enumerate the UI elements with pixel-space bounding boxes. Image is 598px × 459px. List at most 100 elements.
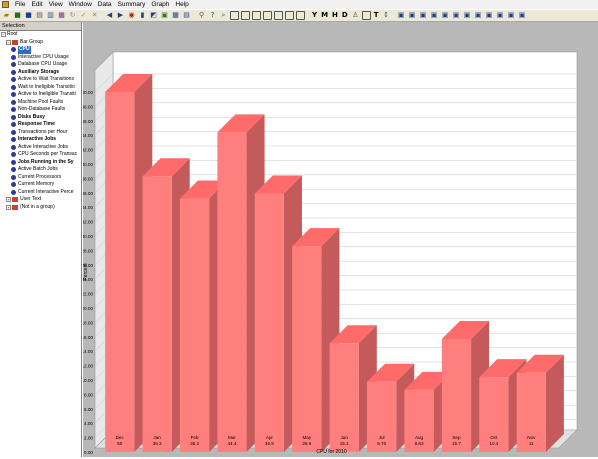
tree-item[interactable]: − Root xyxy=(0,31,81,39)
view-1-icon[interactable]: ▣ xyxy=(397,11,406,20)
tree-item[interactable]: Wait to Ineligible Transitio xyxy=(0,84,81,92)
cross-icon[interactable]: ✕ xyxy=(90,11,99,20)
tree-item[interactable]: Interactive CPU Usage xyxy=(0,54,81,62)
expand-toggle-icon[interactable]: − xyxy=(6,39,11,45)
expand-toggle-icon[interactable]: + xyxy=(6,204,11,210)
layout-7-icon[interactable] xyxy=(296,11,305,20)
view-4-icon[interactable]: ▣ xyxy=(430,11,439,20)
grid-icon[interactable]: ▦ xyxy=(171,11,180,20)
tree-item[interactable]: Database CPU Usage xyxy=(0,61,81,69)
bar-chart-icon[interactable]: ▮ xyxy=(138,11,147,20)
refresh-icon[interactable]: ↻ xyxy=(68,11,77,20)
view-11-icon[interactable]: ▣ xyxy=(507,11,516,20)
y-tick-label: 50.00 xyxy=(83,90,93,95)
layout-2-icon[interactable] xyxy=(241,11,250,20)
tree-item[interactable]: Response Time xyxy=(0,121,81,129)
day-button[interactable]: D xyxy=(341,11,349,20)
view-3-icon[interactable]: ▣ xyxy=(419,11,428,20)
tree-item[interactable]: Current Memory xyxy=(0,181,81,189)
expand-toggle-icon[interactable]: − xyxy=(1,32,6,38)
person-icon[interactable]: ♙ xyxy=(351,11,360,20)
tree-item-label: Active Interactive Jobs xyxy=(18,143,69,150)
y-tick-label: 38.00 xyxy=(83,176,93,181)
tree-item-label: Bar Group xyxy=(20,38,44,45)
layout-4-icon[interactable] xyxy=(263,11,272,20)
check-icon[interactable]: ✓ xyxy=(79,11,88,20)
view-12-icon[interactable]: ▣ xyxy=(518,11,527,20)
chart-icon[interactable]: ▥ xyxy=(46,11,55,20)
y-tick-label: 46.00 xyxy=(83,119,93,124)
view-6-icon[interactable]: ▣ xyxy=(452,11,461,20)
tree-item[interactable]: Active Interactive Jobs xyxy=(0,144,81,152)
tree-item[interactable]: Jobs Running in the Sy xyxy=(0,159,81,167)
menu-data[interactable]: Data xyxy=(95,0,115,9)
forward-arrow-icon[interactable]: ▶ xyxy=(116,11,125,20)
year-button[interactable]: Y xyxy=(311,11,318,20)
menu-file[interactable]: File xyxy=(12,0,28,9)
metric-icon xyxy=(11,129,16,135)
tree-item[interactable]: Non-Database Faults xyxy=(0,106,81,114)
month-button[interactable]: M xyxy=(320,11,329,20)
menu-summary[interactable]: Summary xyxy=(115,0,149,9)
help-icon[interactable]: ? xyxy=(208,11,217,20)
data-label: 35.9 xyxy=(265,441,274,446)
data-label: 15.7 xyxy=(452,441,461,446)
tree-item[interactable]: Transactions per Hour xyxy=(0,129,81,137)
pin-icon[interactable]: ⚲ xyxy=(197,11,206,20)
view-5-icon[interactable]: ▣ xyxy=(441,11,450,20)
layout-3-icon[interactable] xyxy=(252,11,261,20)
tree-item[interactable]: Active to Wait Transitions xyxy=(0,76,81,84)
data-icon[interactable]: ▦ xyxy=(57,11,66,20)
tree-item[interactable]: CPU xyxy=(0,46,81,54)
tree-item[interactable]: Disks Busy xyxy=(0,114,81,122)
view-9-icon[interactable]: ▣ xyxy=(485,11,494,20)
zoom-icon[interactable]: ⌕ xyxy=(219,11,228,20)
data-label: 9.76 xyxy=(377,441,386,446)
tree-item-label: Interactive CPU Usage xyxy=(18,53,69,60)
y-tick-label: 30.00 xyxy=(83,234,93,239)
metric-icon xyxy=(11,152,16,158)
sort-icon[interactable]: ↕ xyxy=(382,11,391,20)
view-8-icon[interactable]: ▣ xyxy=(474,11,483,20)
tree-item-label: Active to Ineligible Transiti xyxy=(18,91,76,97)
metric-icon xyxy=(11,84,16,90)
tree-item[interactable]: Auxiliary Storage xyxy=(0,69,81,77)
tree-item[interactable]: Machine Pool Faults xyxy=(0,99,81,107)
text-button[interactable]: T xyxy=(373,11,380,20)
tree-item[interactable]: Active to Ineligible Transiti xyxy=(0,91,81,99)
back-arrow-icon[interactable]: ◀ xyxy=(105,11,114,20)
tree-item-label: Wait to Ineligible Transitio xyxy=(18,83,75,90)
layout-5-icon[interactable] xyxy=(274,11,283,20)
bar xyxy=(179,198,210,452)
image-icon[interactable]: ▣ xyxy=(160,11,169,20)
layout-6-icon[interactable] xyxy=(285,11,294,20)
view-2-icon[interactable]: ▣ xyxy=(408,11,417,20)
tree-item[interactable]: Active Batch Jobs xyxy=(0,166,81,174)
hour-button[interactable]: H xyxy=(331,11,339,20)
open-icon[interactable]: ■ xyxy=(13,11,22,20)
stop-icon[interactable]: ◉ xyxy=(127,11,136,20)
print-icon[interactable]: ▤ xyxy=(35,11,44,20)
tree-item[interactable]: Current Interactive Perce xyxy=(0,189,81,197)
table-icon[interactable]: ▤ xyxy=(182,11,191,20)
view-7-icon[interactable]: ▣ xyxy=(463,11,472,20)
tree-item[interactable]: + (Not in a group) xyxy=(0,204,81,212)
data-label: 38.3 xyxy=(153,441,162,446)
layout-1-icon[interactable] xyxy=(230,11,239,20)
save-icon[interactable]: ■ xyxy=(24,11,33,20)
menu-graph[interactable]: Graph xyxy=(148,0,172,9)
line-chart-icon[interactable]: ◩ xyxy=(149,11,158,20)
tree-item[interactable]: + User Text xyxy=(0,196,81,204)
menu-edit[interactable]: Edit xyxy=(28,0,45,9)
menu-view[interactable]: View xyxy=(46,0,66,9)
menu-help[interactable]: Help xyxy=(172,0,191,9)
tree-item[interactable]: Current Processors xyxy=(0,174,81,182)
tree-item[interactable]: − Bar Group xyxy=(0,39,81,47)
open-folder-icon[interactable]: ▰ xyxy=(2,11,11,20)
cut-icon[interactable] xyxy=(361,11,371,20)
tree-item[interactable]: Interactive Jobs xyxy=(0,136,81,144)
view-10-icon[interactable]: ▣ xyxy=(496,11,505,20)
expand-toggle-icon[interactable]: + xyxy=(6,197,11,203)
tree-item[interactable]: CPU Seconds per Transac xyxy=(0,151,81,159)
menu-window[interactable]: Window xyxy=(66,0,95,9)
